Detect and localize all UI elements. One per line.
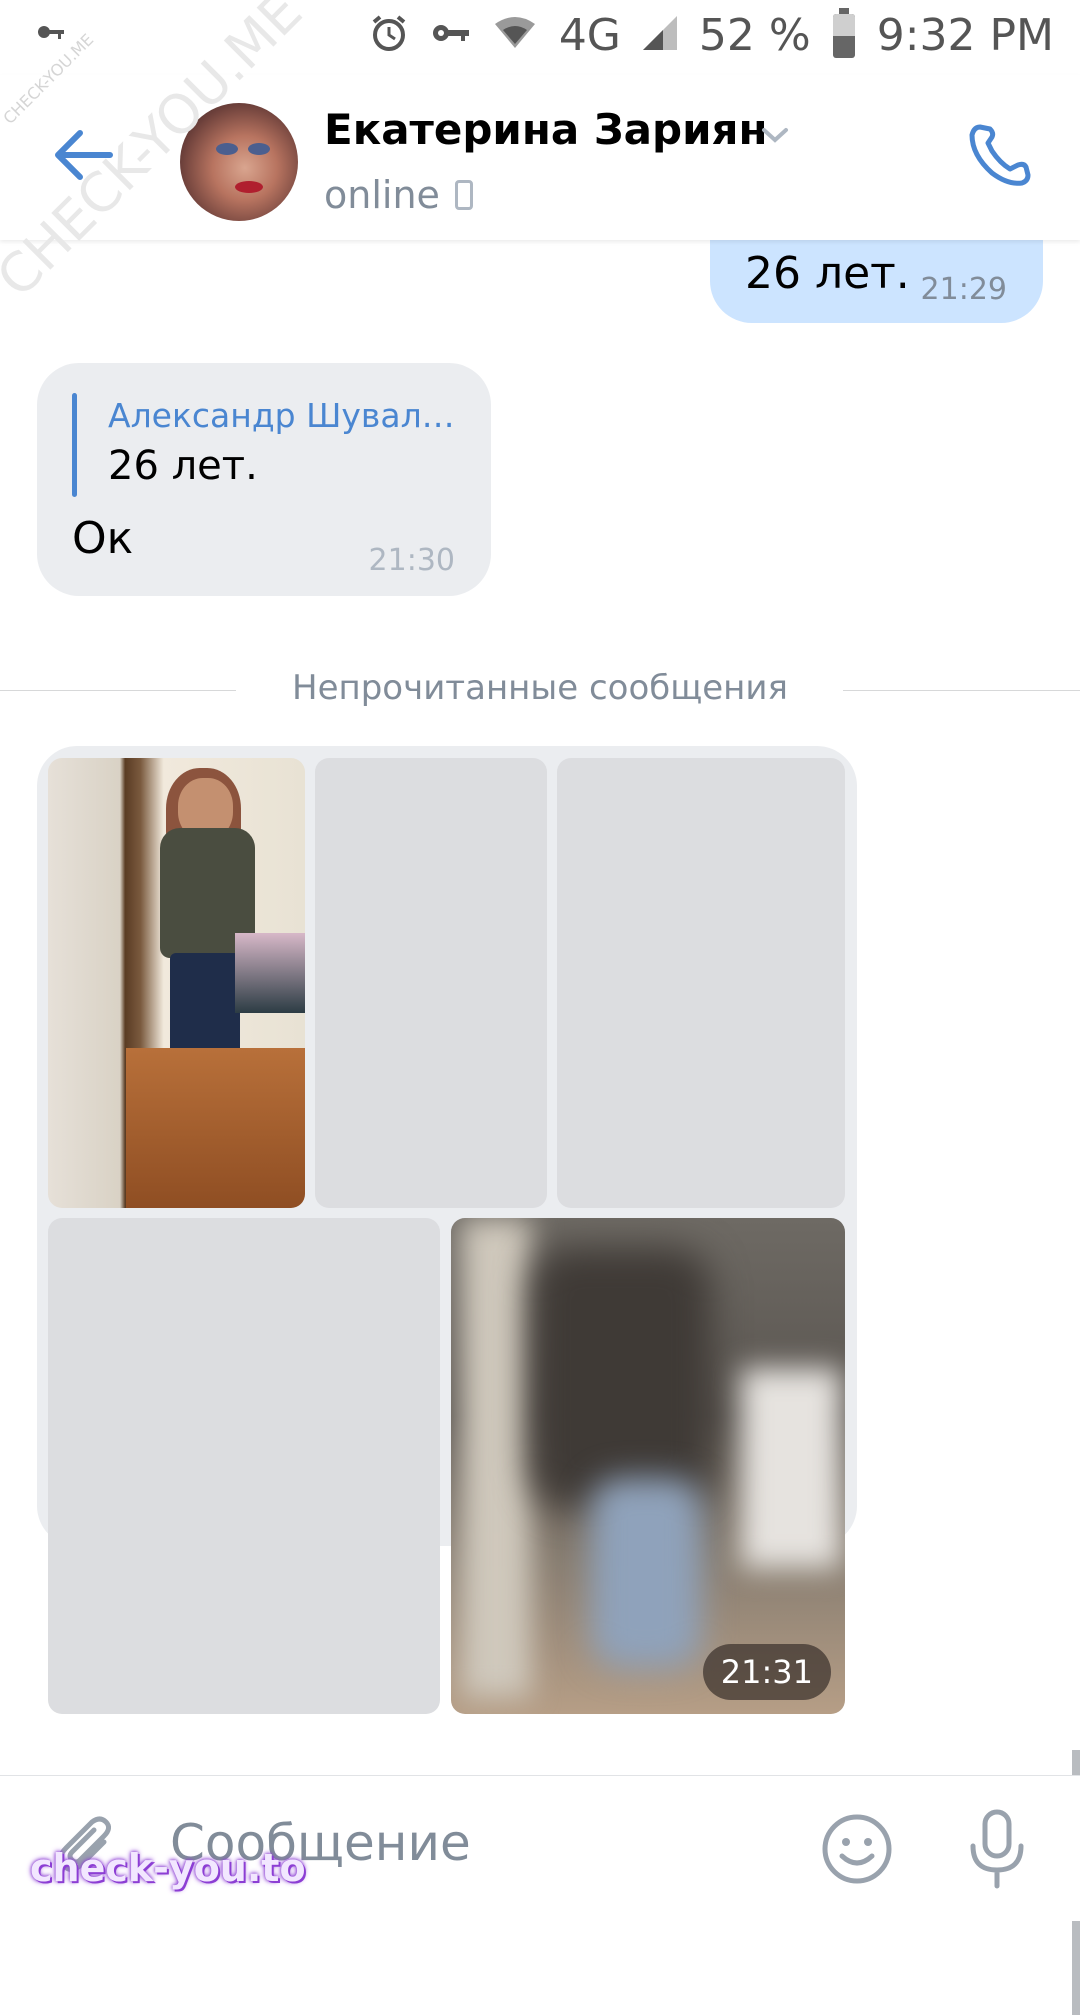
contact-status: online (324, 173, 440, 217)
cell-signal-icon (642, 16, 677, 55)
message-list[interactable]: 26 лет. 21:29 Александр Шувал… 26 лет. О… (0, 240, 1080, 2015)
chevron-down-icon[interactable] (760, 125, 790, 145)
photo-4-loading[interactable] (48, 1218, 440, 1714)
reply-indicator (72, 393, 77, 497)
photo-1[interactable] (48, 758, 305, 1208)
back-button[interactable] (50, 125, 120, 185)
battery-icon (832, 7, 855, 58)
arrow-left-icon (55, 130, 113, 180)
clock: 9:32 PM (876, 10, 1054, 61)
network-label: 4G (558, 10, 621, 61)
incoming-message[interactable]: Александр Шувал… 26 лет. Ок 21:30 (37, 363, 491, 596)
battery-percent: 52 % (698, 10, 811, 61)
photo-2-loading[interactable] (315, 758, 547, 1208)
watermark-bottom: check-you.to (30, 1846, 306, 1890)
album-time: 21:31 (702, 1644, 831, 1700)
outgoing-message[interactable]: 26 лет. 21:29 (710, 240, 1043, 323)
vpn-key-icon (431, 21, 471, 50)
message-text: 26 лет. (745, 248, 910, 299)
avatar[interactable] (180, 103, 298, 221)
wifi-icon (493, 16, 537, 55)
reply-text[interactable]: 26 лет. (108, 443, 258, 489)
phone-icon (969, 124, 1031, 186)
chat-header: Екатерина Зариян online (0, 75, 1080, 240)
unread-divider-label: Непрочитанные сообщения (292, 668, 788, 708)
voice-message-button[interactable] (960, 1808, 1034, 1890)
reply-author[interactable]: Александр Шувал… (108, 396, 455, 435)
message-time: 21:30 (368, 543, 455, 578)
microphone-icon (970, 1809, 1024, 1889)
alarm-icon (369, 13, 409, 58)
photo-3-loading[interactable] (557, 758, 845, 1208)
photo-album-message[interactable]: 21:31 (37, 746, 857, 1714)
message-text: Ок (72, 513, 134, 564)
mobile-device-icon (455, 180, 473, 210)
smiley-icon (822, 1814, 892, 1884)
message-time: 21:29 (920, 272, 1007, 307)
contact-name[interactable]: Екатерина Зариян (324, 105, 768, 154)
unread-divider: Непрочитанные сообщения (0, 668, 1080, 708)
photo-5[interactable]: 21:31 (451, 1218, 845, 1714)
emoji-button[interactable] (820, 1812, 894, 1886)
status-bar: 4G 52 % 9:32 PM (0, 0, 1080, 75)
key-icon (36, 22, 66, 47)
call-button[interactable] (960, 115, 1040, 195)
